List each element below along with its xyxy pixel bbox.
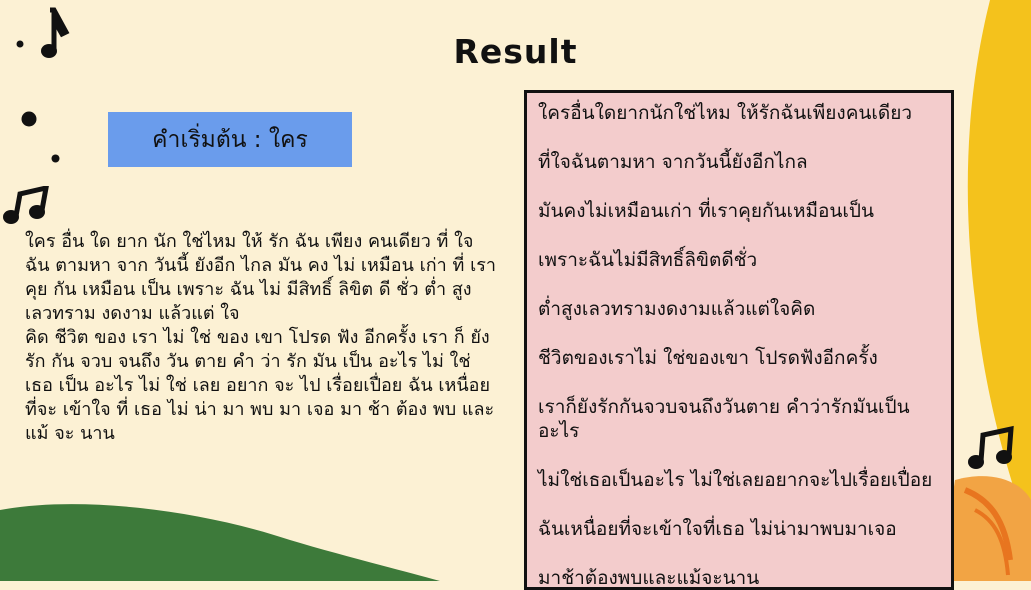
result-line: ไม่ใช่เธอเป็นอะไร ไม่ใช่เลยอยากจะไปเรื่อ… [538, 469, 933, 491]
result-line: ใครอื่นใดยากนักใช่ไหม ให้รักฉันเพียงคนเด… [538, 102, 913, 124]
tokenized-paragraph: คิด ชีวิต ของ เรา ไม่ ใช่ ของ เขา โปรด ฟ… [25, 327, 495, 444]
start-word-label: คำเริ่มต้น : ใคร [108, 112, 352, 167]
result-line: เพราะฉันไม่มีสิทธิ์ลิขิตดีชั่ว [538, 249, 758, 271]
result-line: ที่ใจฉันตามหา จากวันนี้ยังอีกไกล [538, 151, 808, 173]
tokenized-text: ใคร อื่น ใด ยาก นัก ใช่ไหม ให้ รัก ฉัน เ… [25, 230, 500, 446]
page-title: Result [453, 32, 578, 71]
result-panel: ใครอื่นใดยากนักใช่ไหม ให้รักฉันเพียงคนเด… [524, 90, 954, 590]
result-line: เราก็ยังรักกันจวบจนถึงวันตาย คำว่ารักมัน… [538, 396, 910, 442]
result-line: มันคงไม่เหมือนเก่า ที่เราคุยกันเหมือนเป็… [538, 200, 874, 222]
result-line: มาช้าต้องพบและแม้จะนาน [538, 567, 760, 589]
tokenized-paragraph: ใคร อื่น ใด ยาก นัก ใช่ไหม ให้ รัก ฉัน เ… [25, 231, 497, 324]
result-line: ฉันเหนื่อยที่จะเข้าใจที่เธอ ไม่น่ามาพบมา… [538, 518, 897, 540]
result-line: ต่ำสูงเลวทรามงดงามแล้วแต่ใจคิด [538, 298, 816, 320]
beamed-notes-icon [968, 425, 1014, 469]
result-line: ชีวิตของเราไม่ ใช่ของเขา โปรดฟังอีกครั้ง [538, 347, 878, 369]
